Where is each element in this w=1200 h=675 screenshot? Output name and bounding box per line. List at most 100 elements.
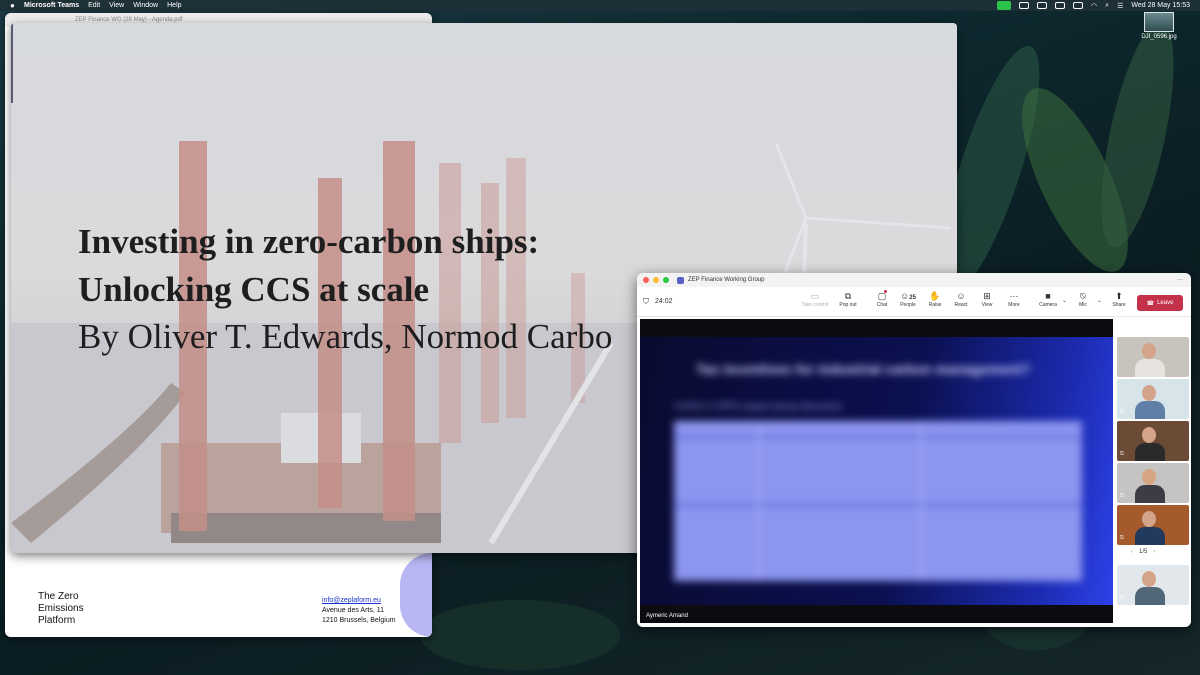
chevron-left-icon[interactable]: ‹	[1131, 549, 1133, 555]
mic-off-icon: ⍉	[1120, 535, 1124, 541]
close-window-button[interactable]	[643, 277, 649, 283]
minimize-window-button[interactable]	[653, 277, 659, 283]
pop-out-button[interactable]: ⧉ Pop out	[833, 290, 863, 308]
address-line: 1210 Brussels, Belgium	[322, 617, 396, 624]
participant-tile[interactable]: ⍉	[1117, 379, 1189, 419]
view-button[interactable]: ⊞ View	[972, 290, 1002, 308]
participant-tile[interactable]: ⍉	[1117, 463, 1189, 503]
zep-swoosh-graphic	[400, 553, 432, 637]
people-label: People	[900, 302, 916, 308]
menu-bar: ● Microsoft Teams Edit View Window Help …	[0, 0, 1200, 11]
people-count: 25	[909, 295, 916, 301]
participant-body	[1135, 359, 1165, 377]
more-label: More	[1008, 302, 1020, 308]
participant-head	[1142, 469, 1156, 485]
participant-tile[interactable]: ⍉	[1117, 565, 1189, 605]
wallpaper-kelp	[420, 600, 620, 670]
desktop-file[interactable]: DJI_0596.jpg	[1134, 12, 1184, 40]
image-thumbnail	[1144, 12, 1174, 32]
menu-help[interactable]: Help	[167, 2, 181, 9]
participant-head	[1142, 571, 1156, 587]
speaker-name: Aymeric Amand	[646, 613, 688, 619]
mic-off-icon: ⍉	[1120, 493, 1124, 499]
chevron-right-icon[interactable]: ›	[1153, 549, 1155, 555]
more-options-icon[interactable]: ···	[1177, 277, 1183, 283]
slide-title-line-1: Investing in zero-carbon ships:	[78, 222, 540, 261]
address-line: Avenue des Arts, 11	[322, 607, 385, 614]
participant-body	[1135, 401, 1165, 419]
take-control-button[interactable]: ▭ Take control	[800, 290, 830, 308]
pdf-page-footer: The Zero Emissions Platform info@zeplafo…	[5, 553, 432, 637]
ellipsis-icon: ···	[1009, 291, 1019, 301]
meeting-stage: Tax incentives for industrial carbon man…	[640, 319, 1113, 623]
pop-out-label: Pop out	[839, 302, 857, 308]
camera-icon: ■	[1045, 291, 1051, 301]
more-button[interactable]: ··· More	[999, 290, 1029, 308]
participant-tile[interactable]: ⍉	[1117, 421, 1189, 461]
slide-title-line-2: Unlocking CCS at scale	[78, 270, 429, 309]
people-button[interactable]: ☺25 People	[893, 290, 923, 308]
apple-icon[interactable]: ●	[10, 1, 20, 10]
clock[interactable]: Wed 28 May 15:53	[1131, 2, 1190, 9]
contact-block: info@zeplaform.eu Avenue des Arts, 11 12…	[322, 596, 396, 626]
participant-head	[1142, 385, 1156, 401]
teams-logo-icon	[677, 276, 684, 284]
participant-strip: ⍉ ⍉ ⍉ ⍉ ‹ 1/5 › ⍉	[1115, 319, 1191, 623]
participant-head	[1142, 343, 1156, 359]
participant-body	[1135, 443, 1165, 461]
pop-out-icon: ⧉	[844, 291, 852, 301]
status-icon[interactable]	[1037, 2, 1048, 9]
take-control-icon: ▭	[810, 291, 820, 301]
zoom-window-button[interactable]	[663, 277, 669, 283]
status-icon[interactable]	[1055, 2, 1066, 9]
meeting-timer: 24:02	[655, 298, 673, 305]
meeting-title: ZEP Finance Working Group	[688, 277, 765, 283]
mic-label: Mic	[1079, 302, 1087, 308]
view-label: View	[981, 302, 993, 308]
participant-pager: ‹ 1/5 ›	[1131, 549, 1155, 555]
mic-button[interactable]: ⍉ Mic	[1068, 290, 1098, 308]
control-center-icon[interactable]: ☰	[1117, 2, 1123, 10]
chevron-down-icon[interactable]: ⌄	[1062, 297, 1067, 304]
wallpaper-kelp	[1086, 16, 1189, 254]
slide-byline: By Oliver T. Edwards, Normod Carbo	[78, 317, 613, 356]
leave-label: Leave	[1157, 300, 1174, 306]
camera-in-use-icon[interactable]	[997, 1, 1012, 10]
participant-head	[1142, 511, 1156, 527]
participant-tile[interactable]	[1117, 337, 1189, 377]
share-label: Share	[1112, 302, 1126, 308]
mic-off-icon: ⍉	[1120, 409, 1124, 415]
grid-icon: ⊞	[983, 291, 991, 301]
shield-icon[interactable]: ⛉	[643, 297, 649, 307]
desktop-file-name: DJI_0596.jpg	[1141, 34, 1177, 40]
search-icon[interactable]: ⌕	[1105, 2, 1109, 10]
battery-icon[interactable]	[1073, 2, 1084, 9]
chevron-down-icon[interactable]: ⌄	[1097, 297, 1102, 304]
page-indicator: 1/5	[1139, 549, 1148, 555]
shared-slide-title: Tax incentives for industrial carbon man…	[696, 361, 1031, 377]
share-icon: ⬆	[1115, 291, 1123, 301]
chat-notification-dot	[884, 290, 887, 293]
teams-title-bar: ZEP Finance Working Group ···	[637, 273, 1191, 287]
participant-body	[1135, 485, 1165, 503]
participant-tile[interactable]: ⍉	[1117, 505, 1189, 545]
people-icon: ☺25	[900, 291, 916, 301]
menu-window[interactable]: Window	[133, 2, 158, 9]
share-button[interactable]: ⬆ Share	[1104, 290, 1134, 308]
wifi-icon[interactable]: ◠	[1091, 2, 1097, 10]
camera-button[interactable]: ■ Camera	[1033, 290, 1063, 308]
shared-slide-subtitle: CODIS in CRPS support group discussion	[674, 401, 843, 411]
mic-off-icon: ⍉	[1120, 451, 1124, 457]
meeting-toolbar: ⛉ 24:02 ▭ Take control ⧉ Pop out ▢ Chat …	[637, 287, 1191, 317]
take-control-label: Take control	[801, 302, 829, 308]
leave-button[interactable]: ☎ Leave	[1137, 295, 1183, 311]
status-icon[interactable]	[1019, 2, 1030, 9]
menu-app-name[interactable]: Microsoft Teams	[24, 2, 79, 9]
contact-email-link[interactable]: info@zeplaform.eu	[322, 596, 396, 606]
phone-hangup-icon: ☎	[1146, 300, 1155, 307]
shared-screen[interactable]: Tax incentives for industrial carbon man…	[640, 337, 1113, 605]
shared-slide-table	[674, 421, 1082, 581]
mic-off-icon: ⍉	[1080, 291, 1086, 301]
menu-edit[interactable]: Edit	[88, 2, 100, 9]
menu-view[interactable]: View	[109, 2, 124, 9]
